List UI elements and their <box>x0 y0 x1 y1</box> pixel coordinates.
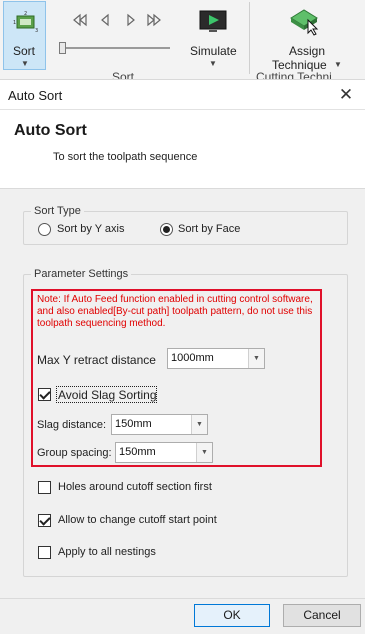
avoid-slag-checkbox[interactable] <box>38 388 51 401</box>
chevron-down-icon: ▼ <box>334 60 342 69</box>
sort-by-y-label[interactable]: Sort by Y axis <box>57 223 124 235</box>
group-spacing-label: Group spacing: <box>37 447 112 459</box>
sort-button-label: Sort <box>13 44 36 58</box>
svg-text:3: 3 <box>35 28 38 34</box>
chevron-down-icon[interactable]: ▼ <box>196 443 212 462</box>
sort-by-face-radio[interactable] <box>160 223 173 236</box>
avoid-slag-label[interactable]: Avoid Slag Sorting <box>58 388 157 402</box>
dialog-window-title: Auto Sort <box>8 88 63 103</box>
close-icon[interactable]: ✕ <box>335 84 357 106</box>
ok-button[interactable]: OK <box>194 604 270 627</box>
allow-change-checkbox[interactable] <box>38 514 51 527</box>
svg-text:1: 1 <box>13 20 16 26</box>
dialog-titlebar: Auto Sort ✕ <box>0 80 365 110</box>
max-y-select[interactable]: 1000mm ▼ <box>167 348 265 369</box>
svg-text:2: 2 <box>24 11 27 17</box>
cancel-button[interactable]: Cancel <box>283 604 361 627</box>
first-frame-icon[interactable] <box>73 13 87 27</box>
allow-change-label[interactable]: Allow to change cutoff start point <box>58 514 217 526</box>
group-spacing-value: 150mm <box>119 446 156 458</box>
sort-type-legend: Sort Type <box>31 205 84 217</box>
group-spacing-select[interactable]: 150mm ▼ <box>115 442 213 463</box>
previous-frame-icon[interactable] <box>101 13 109 27</box>
sort-button[interactable]: 2 1 3 Sort ▼ <box>3 1 46 70</box>
ribbon-group-label-sort: Sort <box>112 70 135 80</box>
ribbon-separator <box>249 2 250 74</box>
holes-first-checkbox[interactable] <box>38 481 51 494</box>
slag-distance-select[interactable]: 150mm ▼ <box>111 414 208 435</box>
simulate-button[interactable]: Simulate ▼ <box>185 2 241 70</box>
simulation-slider-track[interactable] <box>62 47 170 49</box>
chevron-down-icon[interactable]: ▼ <box>191 415 207 434</box>
dialog-subtitle: To sort the toolpath sequence <box>53 151 198 163</box>
chevron-down-icon[interactable]: ▼ <box>248 349 264 368</box>
holes-first-label[interactable]: Holes around cutoff section first <box>58 481 212 493</box>
sort-icon: 2 1 3 <box>13 11 38 34</box>
parameter-settings-legend: Parameter Settings <box>31 268 132 280</box>
assign-technique-button[interactable]: Assign Technique ▼ <box>262 2 352 72</box>
apply-all-checkbox[interactable] <box>38 546 51 559</box>
simulate-monitor-icon <box>199 10 227 32</box>
dialog-heading: Auto Sort <box>14 122 87 139</box>
simulation-slider-thumb[interactable] <box>59 42 66 54</box>
ribbon-group-label-cutting: Cutting Techni <box>256 70 332 80</box>
assign-label: Assign <box>289 44 326 58</box>
slag-distance-value: 150mm <box>115 418 152 430</box>
next-frame-icon[interactable] <box>127 13 135 27</box>
last-frame-icon[interactable] <box>147 13 161 27</box>
chevron-down-icon: ▼ <box>209 59 217 68</box>
apply-all-label[interactable]: Apply to all nestings <box>58 546 156 558</box>
playback-controls <box>73 13 161 27</box>
assign-technique-icon <box>290 9 319 36</box>
ribbon-toolbar: 2 1 3 Sort ▼ Simulate ▼ Assign Technique… <box>0 0 365 80</box>
sort-by-y-radio[interactable] <box>38 223 51 236</box>
dialog-header: Auto Sort To sort the toolpath sequence <box>0 111 365 188</box>
sort-by-face-label[interactable]: Sort by Face <box>178 223 240 235</box>
max-y-value: 1000mm <box>171 352 214 364</box>
simulate-label: Simulate <box>190 44 237 58</box>
chevron-down-icon: ▼ <box>21 59 29 68</box>
slag-distance-label: Slag distance: <box>37 419 107 431</box>
max-y-label: Max Y retract distance <box>37 353 156 367</box>
warning-note: Note: If Auto Feed function enabled in c… <box>37 294 313 329</box>
